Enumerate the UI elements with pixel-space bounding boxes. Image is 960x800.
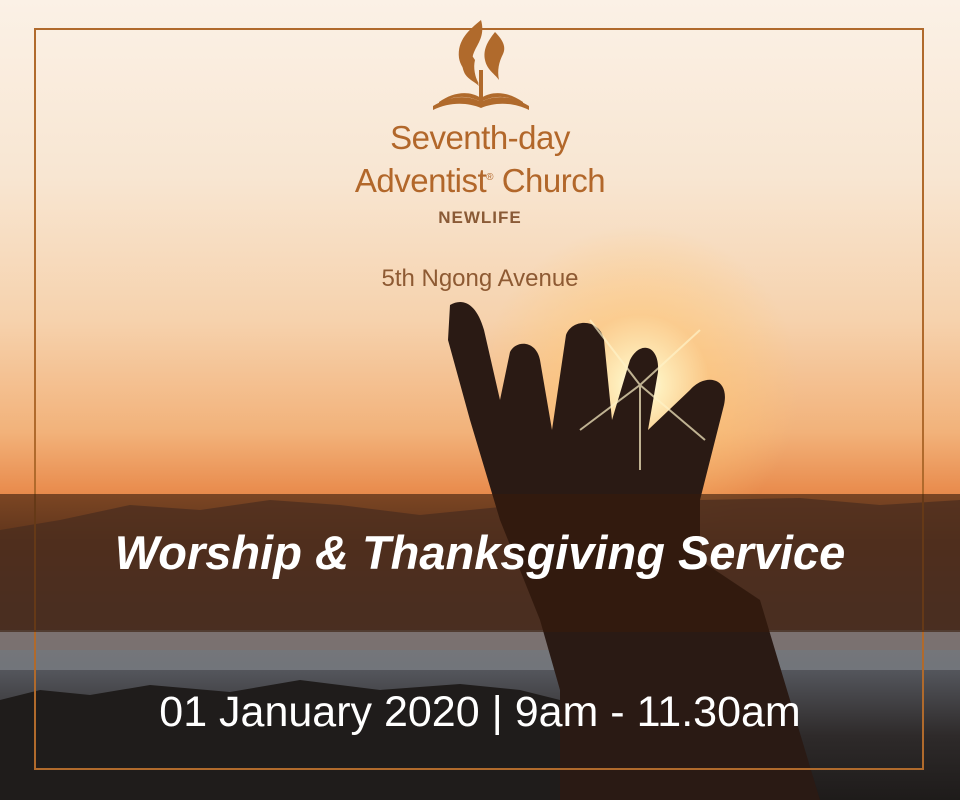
church-name-adventist: Adventist (354, 162, 487, 199)
church-flame-bible-logo (433, 20, 529, 110)
event-date-time: 01 January 2020 | 9am - 11.30am (159, 688, 801, 736)
registered-mark: ® (486, 172, 494, 183)
church-name-church: Church (493, 162, 606, 199)
branch-name: NEWLIFE (438, 208, 522, 227)
church-name-line-2: Adventist® Church (280, 158, 680, 201)
church-address: 5th Ngong Avenue (381, 265, 579, 292)
church-name-line-1: Seventh-day (390, 119, 570, 156)
event-title: Worship & Thanksgiving Service (114, 526, 846, 579)
